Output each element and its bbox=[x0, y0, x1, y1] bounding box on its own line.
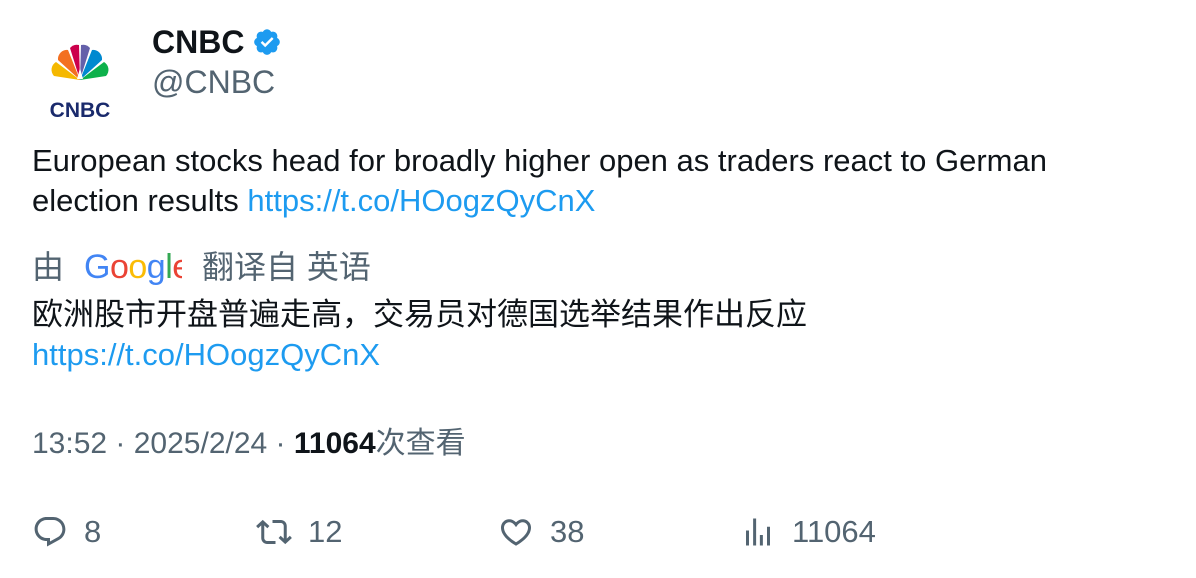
translated-body: 欧洲股市开盘普遍走高，交易员对德国选举结果作出反应 bbox=[32, 297, 807, 332]
svg-text:CNBC: CNBC bbox=[50, 99, 111, 122]
display-name[interactable]: CNBC bbox=[152, 22, 244, 62]
translation-attribution: 由 Google 翻译自 英语 bbox=[32, 246, 371, 288]
views-count: 11064 bbox=[293, 427, 376, 460]
retweet-icon bbox=[256, 519, 292, 545]
avatar[interactable]: CNBC bbox=[32, 28, 128, 124]
cnbc-peacock-logo: CNBC bbox=[50, 44, 111, 122]
like-button[interactable]: 38 bbox=[498, 508, 584, 556]
google-logo[interactable]: Google bbox=[84, 246, 182, 288]
meta-separator: · bbox=[267, 427, 294, 460]
tweet-text: European stocks head for broadly higher … bbox=[32, 141, 1162, 221]
reply-button[interactable]: 8 bbox=[32, 508, 101, 556]
views-action-count: 11064 bbox=[792, 514, 876, 549]
tweet-date[interactable]: 2025/2/24 bbox=[134, 427, 267, 460]
tweet-time[interactable]: 13:52 bbox=[32, 427, 107, 460]
translated-text: 欧洲股市开盘普遍走高，交易员对德国选举结果作出反应 https://t.co/H… bbox=[32, 295, 1162, 375]
retweet-button[interactable]: 12 bbox=[256, 508, 342, 556]
author-handle[interactable]: @CNBC bbox=[152, 62, 275, 102]
translation-suffix: 翻译自 英语 bbox=[202, 249, 371, 285]
views-chart-icon bbox=[746, 518, 770, 546]
views-button[interactable]: 11064 bbox=[740, 508, 876, 556]
reply-count: 8 bbox=[84, 514, 102, 549]
like-count: 38 bbox=[550, 514, 585, 549]
meta-separator: · bbox=[107, 427, 134, 460]
author-name-row[interactable]: CNBC bbox=[152, 22, 282, 62]
heart-icon bbox=[500, 519, 532, 546]
svg-text:Google: Google bbox=[84, 248, 182, 286]
tweet-link[interactable]: https://t.co/HOogzQyCnX bbox=[247, 183, 595, 218]
tweet-metadata: 13:52 · 2025/2/24 · 11064次查看 bbox=[32, 424, 466, 464]
translation-prefix: 由 bbox=[32, 249, 65, 285]
reply-icon bbox=[34, 517, 66, 547]
verified-badge-icon bbox=[254, 29, 281, 55]
action-bar: 8 12 38 11064 bbox=[32, 508, 1172, 556]
views-label: 次查看 bbox=[375, 427, 466, 460]
translated-link[interactable]: https://t.co/HOogzQyCnX bbox=[32, 335, 1162, 375]
retweet-count: 12 bbox=[308, 514, 343, 549]
